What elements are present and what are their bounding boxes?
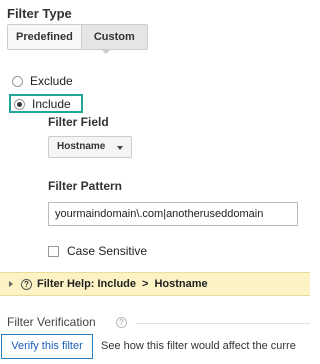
filter-field-value: Hostname [57, 141, 106, 152]
filter-pattern-input[interactable]: yourmaindomain\.com|anotheruseddomain [48, 202, 298, 226]
filter-type-title: Filter Type [7, 6, 72, 21]
case-sensitive-label: Case Sensitive [67, 244, 148, 258]
filter-help-arrow: > [142, 278, 149, 290]
selected-tab-pointer [101, 49, 111, 54]
filter-type-tabs: Predefined Custom [7, 24, 148, 50]
case-sensitive-option[interactable]: Case Sensitive [48, 244, 147, 258]
chevron-down-icon [117, 146, 123, 150]
exclude-option[interactable]: Exclude [12, 74, 73, 88]
filter-help-field: Hostname [154, 278, 208, 290]
filter-pattern-label: Filter Pattern [48, 179, 123, 193]
case-sensitive-checkbox[interactable] [48, 245, 59, 257]
help-icon: ? [21, 278, 32, 290]
filter-help-text: Filter Help: Include [37, 278, 137, 290]
expand-triangle-icon[interactable] [9, 281, 13, 287]
verification-help-icon[interactable]: ? [116, 317, 127, 328]
filter-help-bar[interactable]: ? Filter Help: Include > Hostname [0, 272, 310, 296]
include-label: Include [32, 97, 71, 111]
tab-custom[interactable]: Custom [81, 25, 147, 49]
verify-filter-button[interactable]: Verify this filter [1, 334, 93, 359]
filter-field-select[interactable]: Hostname [48, 136, 132, 158]
include-option[interactable]: Include [14, 97, 71, 111]
include-highlight: Include [9, 94, 83, 113]
exclude-label: Exclude [30, 74, 73, 88]
include-radio[interactable] [14, 98, 25, 110]
verify-description: See how this filter would affect the cur… [101, 340, 296, 352]
filter-field-label: Filter Field [48, 115, 109, 129]
filter-verification-title: Filter Verification [7, 315, 96, 329]
divider [136, 323, 310, 324]
tab-predefined[interactable]: Predefined [8, 25, 82, 49]
exclude-radio[interactable] [12, 75, 23, 87]
